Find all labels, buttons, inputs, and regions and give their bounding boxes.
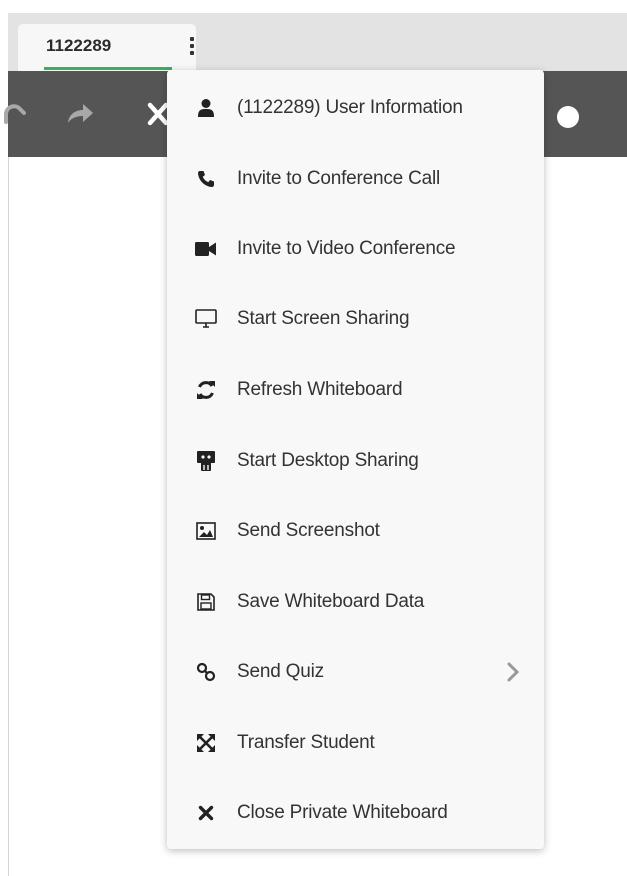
- canvas-border: [8, 157, 9, 876]
- menu-item-screen-sharing[interactable]: Start Screen Sharing: [167, 284, 544, 354]
- transfer-arrows-icon: [195, 732, 217, 754]
- menu-item-close-private-whiteboard[interactable]: Close Private Whiteboard: [167, 778, 544, 848]
- menu-item-transfer-student[interactable]: Transfer Student: [167, 708, 544, 778]
- top-margin: [0, 0, 627, 13]
- menu-item-label: Transfer Student: [237, 732, 375, 753]
- video-icon: [195, 238, 217, 260]
- menu-item-label: Save Whiteboard Data: [237, 591, 425, 612]
- undo-icon: [4, 104, 26, 124]
- menu-item-save-whiteboard-data[interactable]: Save Whiteboard Data: [167, 567, 544, 637]
- monitor-icon: [195, 308, 217, 330]
- quiz-link-icon: [195, 661, 217, 683]
- image-icon: [195, 520, 217, 542]
- menu-item-label: (1122289) User Information: [237, 97, 463, 118]
- menu-item-conference-call[interactable]: Invite to Conference Call: [167, 144, 544, 214]
- toolbar-close-button[interactable]: [146, 97, 168, 131]
- menu-item-label: Send Quiz: [237, 661, 324, 682]
- menu-item-label: Start Screen Sharing: [237, 308, 410, 329]
- menu-item-send-quiz[interactable]: Send Quiz: [167, 637, 544, 707]
- user-icon: [195, 97, 217, 119]
- context-menu: (1122289) User Information Invite to Con…: [167, 70, 544, 849]
- desktop-share-icon: [195, 450, 217, 472]
- refresh-icon: [195, 379, 217, 401]
- redo-button[interactable]: [62, 96, 98, 132]
- menu-item-refresh-whiteboard[interactable]: Refresh Whiteboard: [167, 355, 544, 425]
- tab-student[interactable]: 1122289: [18, 24, 196, 71]
- record-dot-icon: [557, 106, 579, 128]
- menu-item-label: Close Private Whiteboard: [237, 802, 448, 823]
- tab-label: 1122289: [46, 36, 112, 55]
- chevron-right-icon: [507, 662, 520, 682]
- menu-item-video-conference[interactable]: Invite to Video Conference: [167, 214, 544, 284]
- redo-icon: [68, 104, 93, 123]
- menu-item-label: Refresh Whiteboard: [237, 379, 403, 400]
- tab-bar: 1122289: [8, 13, 627, 71]
- undo-button[interactable]: [0, 95, 30, 131]
- record-button[interactable]: [554, 103, 582, 131]
- menu-item-label: Send Screenshot: [237, 520, 380, 541]
- save-icon: [195, 591, 217, 613]
- phone-icon: [195, 168, 217, 190]
- tab-active-indicator: [44, 67, 172, 70]
- menu-item-label: Invite to Video Conference: [237, 238, 456, 259]
- menu-item-user-information[interactable]: (1122289) User Information: [167, 73, 544, 143]
- kebab-menu-icon: [190, 37, 194, 55]
- close-icon: [147, 102, 168, 126]
- close-icon: [195, 802, 217, 824]
- menu-item-desktop-sharing[interactable]: Start Desktop Sharing: [167, 426, 544, 496]
- menu-item-label: Start Desktop Sharing: [237, 450, 419, 471]
- tab-menu-button[interactable]: [184, 33, 200, 59]
- menu-item-label: Invite to Conference Call: [237, 168, 441, 189]
- menu-item-send-screenshot[interactable]: Send Screenshot: [167, 496, 544, 566]
